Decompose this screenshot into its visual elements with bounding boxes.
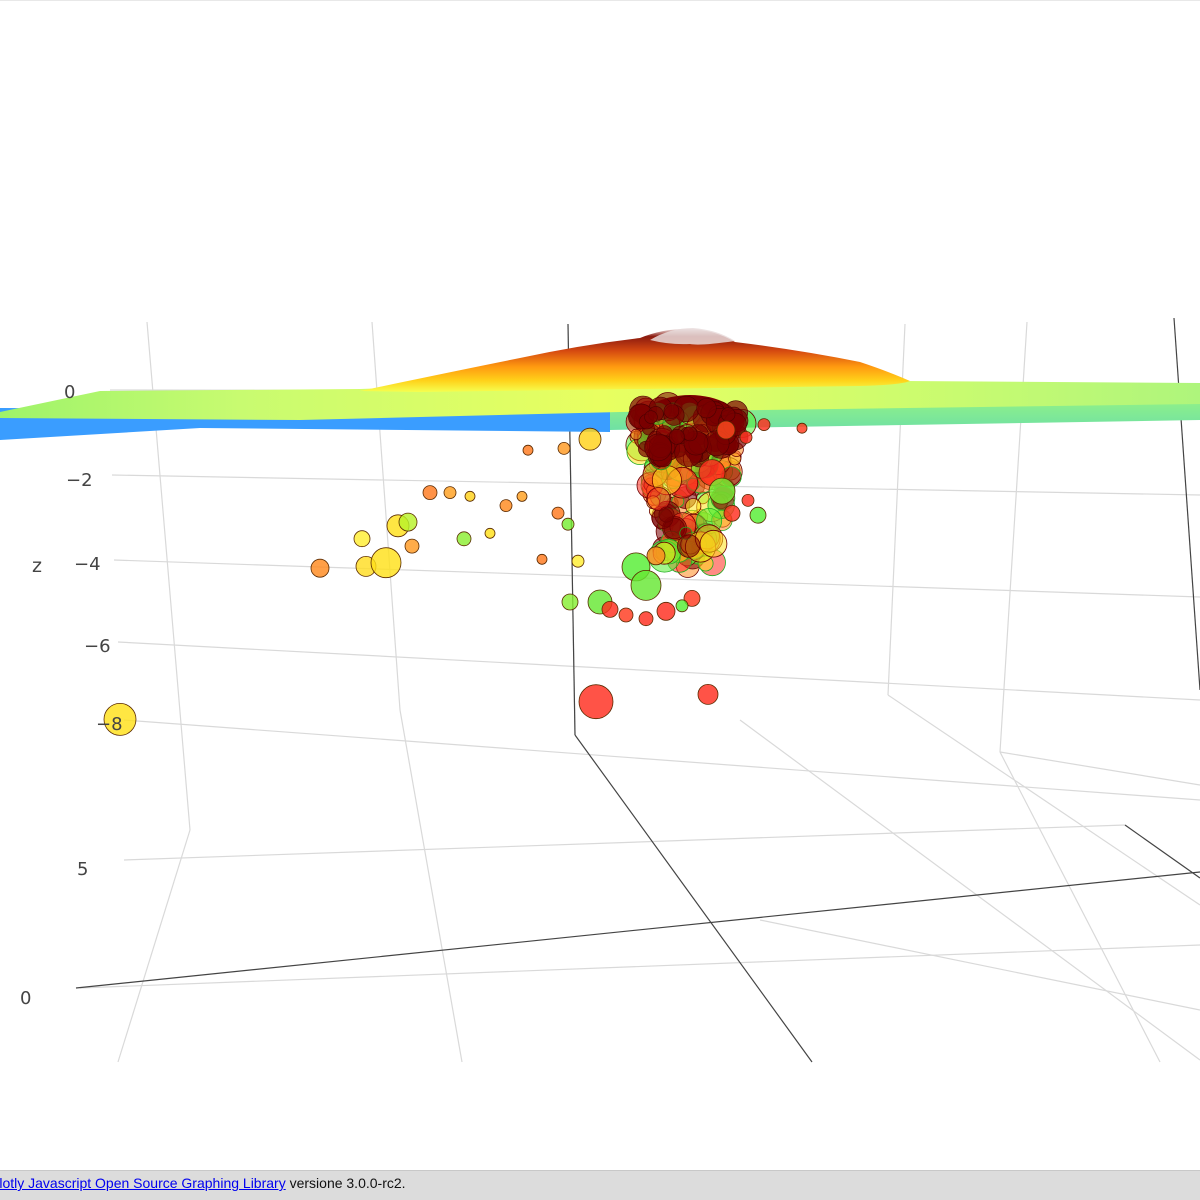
bubble-marker bbox=[716, 420, 736, 440]
bubble-marker bbox=[561, 593, 579, 611]
bubble-marker bbox=[757, 418, 771, 432]
z-axis-title: z bbox=[32, 555, 42, 577]
bubble-marker bbox=[749, 506, 767, 524]
z-tick-label: −2 bbox=[66, 470, 93, 491]
bubble-marker bbox=[578, 684, 614, 720]
bubble-marker bbox=[741, 493, 755, 507]
dense-bubble bbox=[669, 428, 685, 445]
dense-bubble bbox=[720, 407, 736, 422]
bubble-marker bbox=[551, 506, 565, 520]
grid-line bbox=[117, 829, 191, 1063]
bubble-marker bbox=[422, 485, 438, 501]
grid-line bbox=[123, 824, 1126, 861]
dense-bubble bbox=[685, 498, 702, 515]
bubble-marker bbox=[557, 441, 571, 455]
y-axis-line bbox=[75, 871, 1200, 989]
bubble-marker bbox=[536, 553, 548, 565]
elevation-surface bbox=[0, 328, 1200, 440]
dense-bubble bbox=[696, 398, 717, 419]
bubble-marker bbox=[630, 570, 662, 601]
dense-bubble bbox=[644, 410, 658, 424]
scatter-bubbles bbox=[103, 418, 808, 736]
bubble-marker bbox=[516, 490, 528, 502]
bubble-marker bbox=[398, 512, 418, 532]
bubble-marker bbox=[443, 486, 457, 500]
y-tick-label: 0 bbox=[20, 988, 31, 1009]
y-axis-ticks: 5 0 bbox=[20, 859, 88, 1009]
bubble-marker bbox=[646, 546, 666, 566]
bubble-marker bbox=[796, 422, 808, 434]
bubble-marker bbox=[578, 427, 602, 451]
grid-line bbox=[887, 694, 1200, 906]
bubble-marker bbox=[675, 599, 689, 613]
dense-bubble bbox=[630, 428, 642, 441]
x-axis-line bbox=[574, 734, 813, 1063]
bubble-marker bbox=[310, 558, 330, 578]
plot-3d[interactable]: 0 −2 −4 −6 −8 z 5 0 bbox=[0, 0, 1200, 1170]
grid-line bbox=[759, 919, 1200, 1011]
z-tick-label: −6 bbox=[84, 636, 111, 657]
bubble-marker bbox=[456, 531, 472, 547]
bubble-marker bbox=[723, 504, 741, 522]
grid-line bbox=[739, 719, 1200, 1061]
dense-bubble bbox=[699, 529, 728, 558]
right-frame-line bbox=[1173, 317, 1200, 691]
y-tick-label: 5 bbox=[77, 859, 88, 880]
bubble-marker bbox=[370, 547, 402, 579]
grid-line bbox=[399, 709, 463, 1063]
bubble-marker bbox=[697, 684, 719, 705]
bubble-marker bbox=[404, 538, 420, 554]
bubble-marker bbox=[499, 499, 513, 513]
bubble-marker bbox=[638, 611, 654, 627]
dense-bubble bbox=[677, 534, 701, 558]
surface-mountain bbox=[360, 328, 910, 392]
bubble-marker bbox=[601, 601, 619, 618]
bubble-marker bbox=[353, 530, 371, 548]
bubble-marker bbox=[571, 554, 585, 568]
z-tick-label: −4 bbox=[74, 554, 101, 575]
z-tick-label: −8 bbox=[96, 714, 123, 735]
version-text: versione 3.0.0-rc2. bbox=[285, 1175, 406, 1191]
bubble-marker bbox=[739, 430, 753, 444]
grid-line bbox=[117, 641, 1200, 701]
z-tick-label: 0 bbox=[64, 382, 75, 403]
dense-bubble bbox=[644, 433, 672, 462]
plotly-library-link[interactable]: Plotly Javascript Open Source Graphing L… bbox=[0, 1175, 286, 1191]
grid-line bbox=[999, 751, 1161, 1063]
bubble-marker bbox=[484, 527, 496, 539]
dense-bubble bbox=[682, 426, 698, 442]
right-floor-line bbox=[1124, 824, 1200, 879]
grid-line bbox=[999, 751, 1200, 786]
dense-bubble bbox=[663, 403, 680, 419]
dense-bubble-cluster bbox=[625, 392, 757, 578]
surface-peak bbox=[650, 328, 735, 345]
bubble-marker bbox=[708, 477, 736, 505]
grid-line bbox=[123, 719, 1200, 801]
bubble-marker bbox=[656, 601, 676, 621]
bubble-marker bbox=[522, 444, 534, 456]
grid-line bbox=[79, 944, 1200, 989]
bubble-marker bbox=[618, 607, 634, 623]
bubble-marker bbox=[561, 517, 575, 531]
dense-bubble bbox=[658, 506, 675, 523]
footer-bar: Plotly Javascript Open Source Graphing L… bbox=[0, 1170, 1200, 1200]
bubble-marker bbox=[464, 490, 476, 502]
